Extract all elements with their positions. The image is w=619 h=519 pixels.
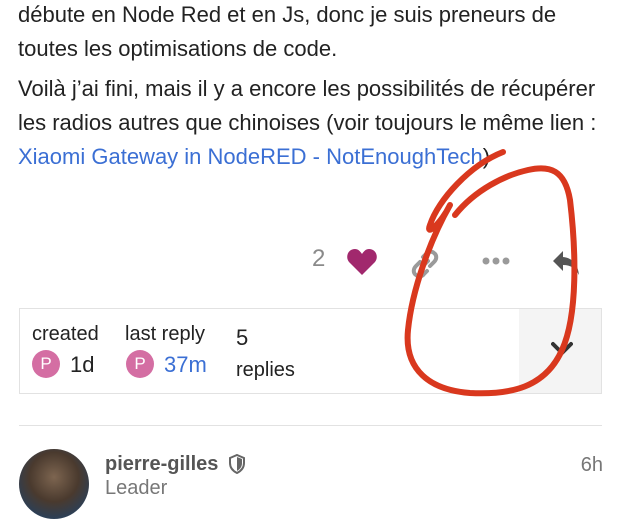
- post-divider: [19, 425, 602, 426]
- created-value: 1d: [70, 352, 95, 377]
- chevron-down-icon: [551, 341, 573, 362]
- summary-toggle-button[interactable]: [519, 309, 601, 393]
- post-link[interactable]: Xiaomi Gateway in NodeRED - NotEnoughTec…: [18, 144, 483, 169]
- shield-icon: [228, 453, 246, 479]
- last-reply-value[interactable]: 37m: [164, 352, 207, 378]
- last-reply-label: last reply: [125, 323, 206, 345]
- reply-icon[interactable]: [551, 247, 581, 282]
- replies-label: replies: [236, 359, 295, 381]
- topic-summary-main[interactable]: created P 1d last reply P 37m 5 replies: [20, 309, 521, 393]
- replies-count: 5: [236, 325, 249, 350]
- created-avatar: P: [32, 350, 60, 378]
- link-icon[interactable]: [410, 249, 440, 284]
- avatar[interactable]: [19, 449, 89, 519]
- more-icon[interactable]: [481, 253, 511, 271]
- post-text-end: ): [482, 144, 491, 169]
- created-label: created: [32, 323, 99, 345]
- topic-summary: created P 1d last reply P 37m 5 replies: [19, 308, 602, 394]
- post-paragraph: Voilà j’ai fini, mais il y a encore les …: [18, 72, 608, 174]
- post-text-main: Voilà j’ai fini, mais il y a encore les …: [18, 76, 597, 135]
- user-title: Leader: [105, 477, 168, 499]
- post-text-top: débute en Node Red et en Js, donc je sui…: [18, 2, 557, 61]
- post-actions: 2: [0, 243, 619, 281]
- heart-icon[interactable]: [346, 247, 378, 282]
- last-reply-avatar: P: [126, 350, 154, 378]
- username[interactable]: pierre-gilles: [105, 453, 218, 476]
- like-count: 2: [312, 245, 326, 272]
- post-age[interactable]: 6h: [581, 454, 603, 477]
